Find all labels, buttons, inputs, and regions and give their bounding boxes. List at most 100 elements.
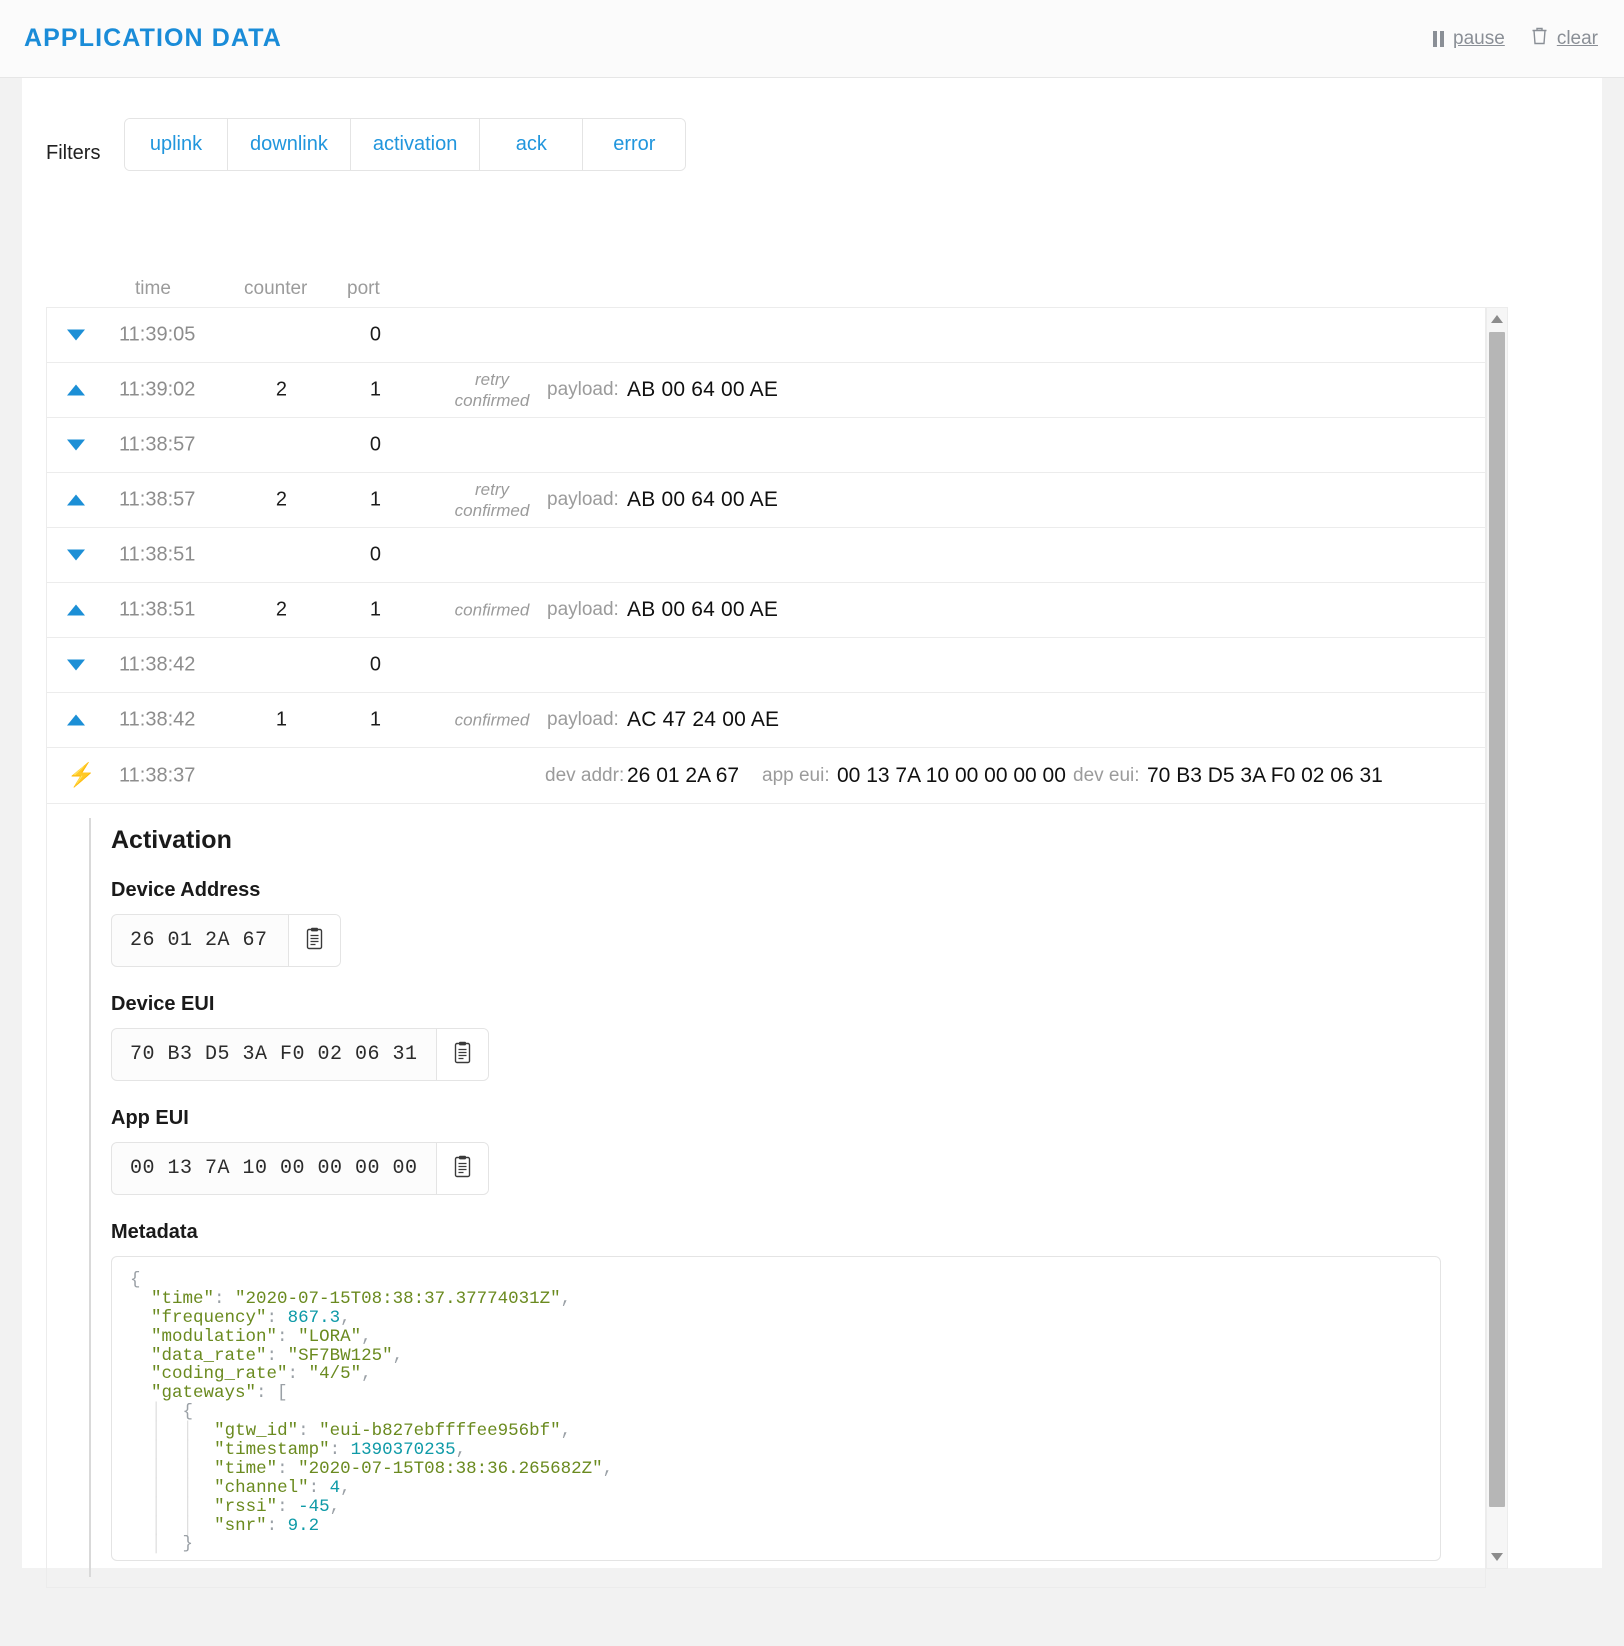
row-flags: retry confirmed — [454, 479, 530, 520]
device-address-label: Device Address — [111, 879, 261, 901]
triangle-up-icon[interactable] — [67, 379, 85, 402]
pause-button-label: pause — [1453, 27, 1505, 49]
payload-value: AC 47 24 00 AE — [627, 708, 780, 731]
column-header-counter: counter — [244, 278, 308, 299]
device-eui-field: 70 B3 D5 3A F0 02 06 31 — [111, 1028, 489, 1081]
table-row[interactable]: 11:38:42 0 — [47, 638, 1485, 693]
payload-label: payload: — [547, 489, 619, 510]
dev-eui-label: dev eui: — [1073, 764, 1140, 786]
row-time: 11:38:42 — [119, 653, 196, 676]
payload-value: AB 00 64 00 AE — [627, 598, 779, 621]
payload-value: AB 00 64 00 AE — [627, 378, 779, 401]
table-row[interactable]: 11:38:51 0 — [47, 528, 1485, 583]
row-port: 1 — [369, 598, 381, 621]
dev-addr-label: dev addr: — [545, 764, 625, 786]
json-line: │ │ "snr": 9.2 — [151, 1515, 320, 1536]
device-eui-value: 70 B3 D5 3A F0 02 06 31 — [130, 1043, 418, 1066]
json-line: │ │ "rssi": -45, — [151, 1496, 341, 1517]
filter-button-activation[interactable]: activation — [350, 119, 481, 170]
row-flags: confirmed — [454, 710, 530, 730]
header-actions: pause clear — [1433, 26, 1598, 51]
device-address-field: 26 01 2A 67 — [111, 914, 341, 967]
json-line: "coding_rate": "4/5", — [151, 1364, 372, 1385]
clipboard-icon — [452, 1155, 473, 1182]
page-header: APPLICATION DATA pause clear — [0, 0, 1624, 78]
filters-row: Filters uplink downlink activation ack error — [46, 118, 687, 171]
column-header-port: port — [347, 278, 380, 299]
table-row[interactable]: 11:39:02 2 1 retry confirmed payload: AB 00 64… — [47, 363, 1485, 418]
row-time: 11:38:57 — [119, 488, 196, 511]
triangle-down-icon[interactable] — [67, 324, 85, 347]
json-line: "data_rate": "SF7BW125", — [151, 1345, 404, 1366]
row-time: 11:38:42 — [119, 708, 196, 731]
payload-value: AB 00 64 00 AE — [627, 488, 779, 511]
table-row[interactable]: 11:39:05 0 — [47, 308, 1485, 363]
traffic-table: 11:39:05 0 11:39:02 2 1 retry confirmed payload… — [46, 307, 1486, 1589]
clipboard-icon — [304, 927, 325, 954]
device-address-value: 26 01 2A 67 — [130, 929, 268, 952]
json-line: { — [130, 1270, 141, 1290]
clear-button[interactable]: clear — [1531, 26, 1598, 51]
triangle-up-icon[interactable] — [67, 489, 85, 512]
triangle-down-icon[interactable] — [67, 434, 85, 457]
table-row[interactable]: 11:38:42 1 1 confirmed payload: AC 47 24 00 A… — [47, 693, 1485, 748]
pause-button[interactable]: pause — [1433, 28, 1505, 50]
application-data-page: APPLICATION DATA pause clear Filters upl… — [0, 0, 1624, 1646]
row-port: 1 — [369, 488, 381, 511]
table-column-headers: time counter port — [22, 278, 1602, 306]
table-row[interactable]: 11:38:57 2 1 retry confirmed payload: AB 00 64… — [47, 473, 1485, 528]
scroll-up-arrow-icon[interactable] — [1487, 309, 1507, 329]
row-time: 11:38:57 — [119, 433, 196, 456]
payload-label: payload: — [547, 599, 619, 620]
row-time: 11:38:51 — [119, 543, 196, 566]
triangle-down-icon[interactable] — [67, 654, 85, 677]
app-eui-label: App EUI — [111, 1107, 189, 1129]
table-row-activation[interactable]: ⚡ 11:38:37 dev addr: 26 01 2A 67 app eui: 00 … — [47, 748, 1485, 804]
lightning-bolt-icon[interactable]: ⚡ — [67, 763, 96, 788]
row-counter: 2 — [275, 488, 287, 511]
row-port: 0 — [369, 323, 381, 346]
json-line: "frequency": 867.3, — [151, 1307, 351, 1328]
filter-button-downlink[interactable]: downlink — [228, 119, 351, 170]
dev-addr-value: 26 01 2A 67 — [627, 763, 740, 787]
clear-button-label: clear — [1556, 27, 1598, 49]
row-port: 0 — [369, 543, 381, 566]
triangle-up-icon[interactable] — [67, 709, 85, 732]
activation-detail-panel: Activation Device Address 26 01 2A 67 Devic… — [47, 804, 1485, 1589]
table-scrollbar[interactable] — [1486, 307, 1508, 1569]
json-line: │ { — [151, 1402, 194, 1423]
app-eui-value: 00 13 7A 10 00 00 00 00 — [130, 1157, 418, 1180]
row-flags: retry confirmed — [454, 369, 530, 410]
copy-device-eui-button[interactable] — [435, 1029, 488, 1080]
json-line: "modulation": "LORA", — [151, 1326, 372, 1347]
filters-label: Filters — [46, 142, 101, 164]
table-row[interactable]: 11:38:57 0 — [47, 418, 1485, 473]
table-row[interactable]: 11:38:51 2 1 confirmed payload: AB 00 64 00 A… — [47, 583, 1485, 638]
scroll-down-arrow-icon[interactable] — [1487, 1547, 1507, 1567]
json-line: │ │ "gtw_id": "eui-b827ebffffee956bf", — [151, 1421, 572, 1442]
clipboard-icon — [452, 1041, 473, 1068]
triangle-up-icon[interactable] — [67, 599, 85, 622]
trash-icon — [1531, 26, 1548, 51]
filter-button-uplink[interactable]: uplink — [125, 119, 228, 170]
row-counter: 2 — [275, 598, 287, 621]
filter-button-ack[interactable]: ack — [480, 119, 584, 170]
app-eui-field: 00 13 7A 10 00 00 00 00 — [111, 1142, 489, 1195]
row-time: 11:39:02 — [119, 378, 196, 401]
json-line: │ │ "time": "2020-07-15T08:38:36.265682Z… — [151, 1458, 614, 1479]
json-line: │ } — [151, 1534, 194, 1555]
row-counter: 1 — [275, 708, 287, 731]
page-title: APPLICATION DATA — [24, 24, 282, 52]
filter-button-group: uplink downlink activation ack error — [124, 118, 687, 171]
copy-device-address-button[interactable] — [288, 915, 340, 966]
row-time: 11:39:05 — [119, 323, 196, 346]
scrollbar-thumb[interactable] — [1489, 332, 1505, 1507]
copy-app-eui-button[interactable] — [435, 1143, 488, 1194]
app-eui-label: app eui: — [762, 764, 830, 786]
filter-button-error[interactable]: error — [583, 119, 686, 170]
pause-icon — [1433, 30, 1445, 47]
metadata-json-viewer[interactable]: { "time": "2020-07-15T08:38:37.37774031Z… — [111, 1256, 1441, 1562]
column-header-time: time — [135, 278, 171, 299]
json-line: │ │ "timestamp": 1390370235, — [151, 1440, 467, 1461]
triangle-down-icon[interactable] — [67, 544, 85, 567]
